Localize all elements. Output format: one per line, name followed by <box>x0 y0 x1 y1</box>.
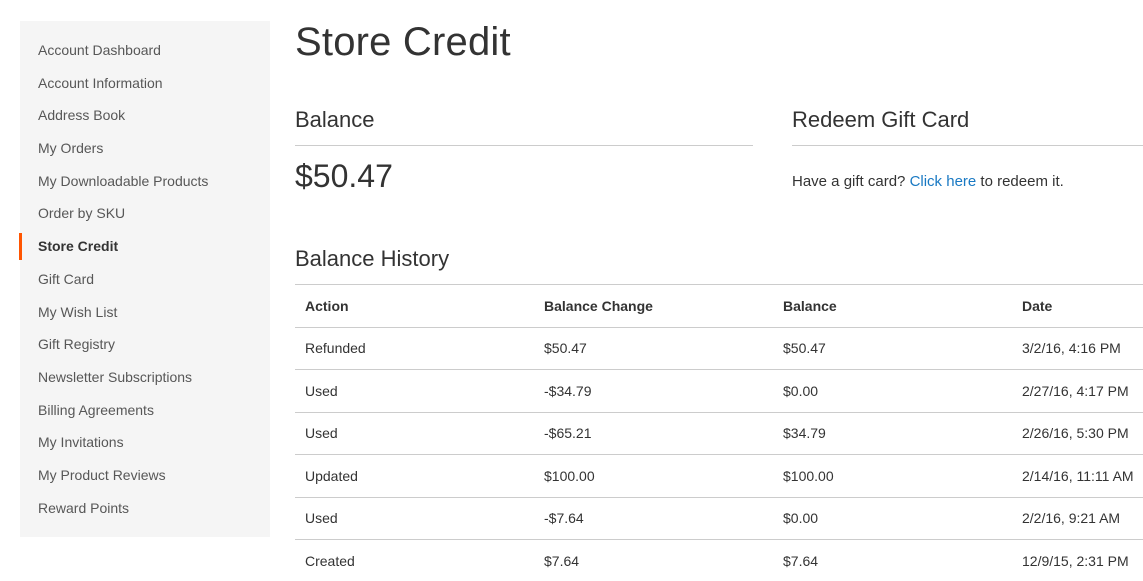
cell-action: Used <box>295 496 534 540</box>
sidebar-item-address-book[interactable]: Address Book <box>20 99 270 132</box>
redeem-gift-card-text: Have a gift card? Click here to redeem i… <box>792 173 1064 190</box>
sidebar-item-store-credit: Store Credit <box>19 230 270 263</box>
cell-date: 2/2/16, 9:21 AM <box>1012 496 1143 540</box>
cell-balance-change: $50.47 <box>534 326 773 370</box>
redeem-text-before: Have a gift card? <box>792 173 910 190</box>
table-row: Created $7.64 $7.64 12/9/15, 2:31 PM <box>295 539 1143 581</box>
sidebar-item-my-invitations[interactable]: My Invitations <box>20 426 270 459</box>
sidebar-item-gift-registry[interactable]: Gift Registry <box>20 328 270 361</box>
cell-balance-change: $7.64 <box>534 539 773 581</box>
cell-balance: $50.47 <box>773 326 1012 370</box>
cell-action: Used <box>295 369 534 412</box>
page-title: Store Credit <box>295 20 511 64</box>
sidebar-item-my-orders[interactable]: My Orders <box>20 132 270 165</box>
balance-section-title: Balance <box>295 107 753 146</box>
cell-date: 2/14/16, 11:11 AM <box>1012 454 1143 497</box>
table-header-row: Action Balance Change Balance Date <box>295 284 1143 327</box>
redeem-gift-card-title: Redeem Gift Card <box>792 107 1143 146</box>
column-header-date: Date <box>1012 284 1143 327</box>
sidebar-item-order-by-sku[interactable]: Order by SKU <box>20 197 270 230</box>
column-header-action: Action <box>295 284 534 327</box>
cell-action: Refunded <box>295 326 534 370</box>
page: Account Dashboard Account Information Ad… <box>0 0 1143 581</box>
cell-balance: $0.00 <box>773 369 1012 412</box>
column-header-balance: Balance <box>773 284 1012 327</box>
column-header-balance-change: Balance Change <box>534 284 773 327</box>
sidebar-item-gift-card[interactable]: Gift Card <box>20 263 270 296</box>
cell-date: 12/9/15, 2:31 PM <box>1012 539 1143 581</box>
sidebar-item-account-information[interactable]: Account Information <box>20 67 270 100</box>
cell-balance-change: -$34.79 <box>534 369 773 412</box>
redeem-text-after: to redeem it. <box>976 173 1064 190</box>
cell-balance-change: -$7.64 <box>534 496 773 540</box>
table-row: Updated $100.00 $100.00 2/14/16, 11:11 A… <box>295 454 1143 497</box>
cell-date: 2/27/16, 4:17 PM <box>1012 369 1143 412</box>
table-row: Used -$7.64 $0.00 2/2/16, 9:21 AM <box>295 496 1143 540</box>
cell-balance-change: -$65.21 <box>534 411 773 455</box>
cell-action: Created <box>295 539 534 581</box>
table-row: Used -$34.79 $0.00 2/27/16, 4:17 PM <box>295 369 1143 412</box>
table-row: Used -$65.21 $34.79 2/26/16, 5:30 PM <box>295 411 1143 455</box>
cell-action: Used <box>295 411 534 455</box>
balance-history-title: Balance History <box>295 246 450 271</box>
main-content: Store Credit Balance $50.47 Redeem Gift … <box>295 0 1143 581</box>
sidebar-item-billing-agreements[interactable]: Billing Agreements <box>20 394 270 427</box>
cell-balance: $0.00 <box>773 496 1012 540</box>
table-row: Refunded $50.47 $50.47 3/2/16, 4:16 PM <box>295 326 1143 370</box>
sidebar-item-my-downloadable-products[interactable]: My Downloadable Products <box>20 165 270 198</box>
cell-balance: $34.79 <box>773 411 1012 455</box>
cell-action: Updated <box>295 454 534 497</box>
cell-balance: $7.64 <box>773 539 1012 581</box>
sidebar-item-account-dashboard[interactable]: Account Dashboard <box>20 34 270 67</box>
cell-balance-change: $100.00 <box>534 454 773 497</box>
cell-date: 2/26/16, 5:30 PM <box>1012 411 1143 455</box>
redeem-click-here-link[interactable]: Click here <box>910 173 977 190</box>
balance-amount: $50.47 <box>295 158 393 194</box>
account-sidebar-nav: Account Dashboard Account Information Ad… <box>19 21 270 537</box>
cell-date: 3/2/16, 4:16 PM <box>1012 326 1143 370</box>
balance-history-table: Action Balance Change Balance Date Refun… <box>295 284 1143 581</box>
cell-balance: $100.00 <box>773 454 1012 497</box>
sidebar-item-my-wish-list[interactable]: My Wish List <box>20 296 270 329</box>
sidebar-item-reward-points[interactable]: Reward Points <box>20 492 270 525</box>
sidebar-item-my-product-reviews[interactable]: My Product Reviews <box>20 459 270 492</box>
sidebar-item-newsletter-subscriptions[interactable]: Newsletter Subscriptions <box>20 361 270 394</box>
